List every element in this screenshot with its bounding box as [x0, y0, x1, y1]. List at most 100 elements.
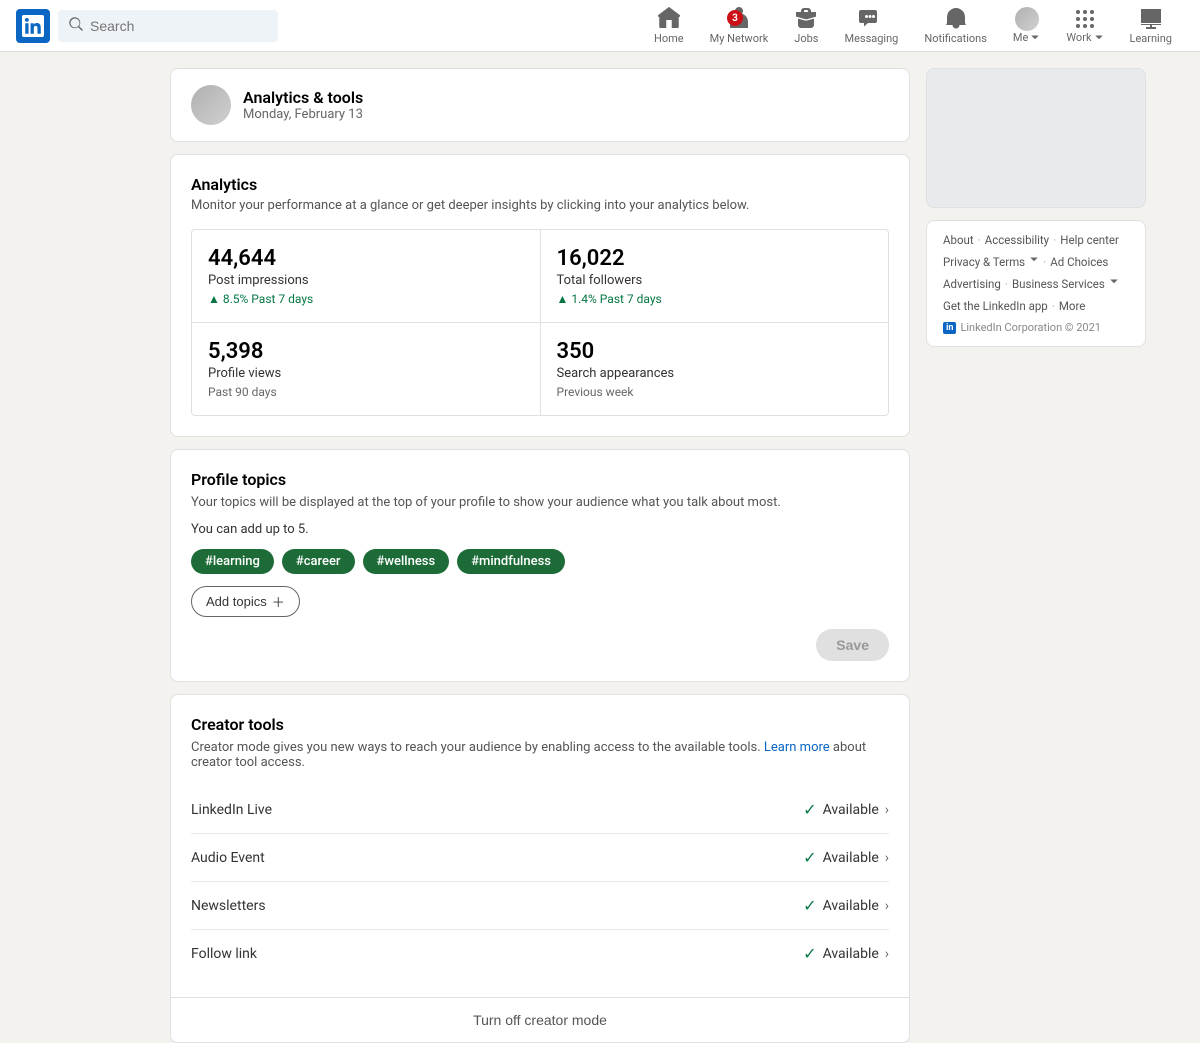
analytics-cell-search-appearances[interactable]: 350 Search appearances Previous week	[541, 323, 889, 415]
tag-mindfulness: #mindfulness	[457, 549, 565, 574]
turn-off-creator-mode-button[interactable]: Turn off creator mode	[171, 997, 909, 1042]
creator-tools-content: Creator tools Creator mode gives you new…	[171, 695, 909, 997]
business-services-link[interactable]: Business Services	[1012, 277, 1105, 291]
ad-choices-link[interactable]: Ad Choices	[1050, 255, 1108, 269]
save-button[interactable]: Save	[816, 629, 889, 661]
learning-icon	[1139, 6, 1163, 30]
network-label: My Network	[710, 32, 769, 45]
topics-footer: Save	[191, 629, 889, 661]
linkedin-logo[interactable]	[16, 9, 50, 43]
newsletters-status-label: Available	[823, 898, 879, 914]
newsletters-status: ✓ Available ›	[803, 896, 889, 915]
avatar	[191, 85, 231, 125]
nav-home[interactable]: Home	[642, 0, 696, 53]
creator-tool-newsletters[interactable]: Newsletters ✓ Available ›	[191, 882, 889, 930]
can-add-text: You can add up to 5.	[191, 522, 889, 537]
more-link[interactable]: More	[1059, 299, 1086, 313]
about-link[interactable]: About	[943, 233, 974, 247]
profile-topics-card: Profile topics Your topics will be displ…	[170, 449, 910, 682]
tag-wellness: #wellness	[363, 549, 450, 574]
advertising-link[interactable]: Advertising	[943, 277, 1001, 291]
home-icon	[657, 6, 681, 30]
jobs-icon	[794, 6, 818, 30]
search-appearances-label: Search appearances	[557, 366, 873, 381]
total-followers-value: 16,022	[557, 246, 873, 271]
accessibility-link[interactable]: Accessibility	[985, 233, 1049, 247]
analytics-title: Analytics	[191, 175, 889, 194]
analytics-cell-total-followers[interactable]: 16,022 Total followers ▲ 1.4% Past 7 day…	[541, 230, 889, 322]
analytics-subtitle: Monitor your performance at a glance or …	[191, 198, 889, 213]
nav-work[interactable]: Work	[1054, 0, 1115, 52]
work-icon	[1073, 7, 1097, 31]
creator-tool-audio-event[interactable]: Audio Event ✓ Available ›	[191, 834, 889, 882]
available-check-icon-4: ✓	[803, 944, 816, 963]
nav-network[interactable]: 3 My Network	[698, 0, 781, 53]
search-bar[interactable]	[58, 10, 278, 42]
topics-tags: #learning #career #wellness #mindfulness	[191, 549, 889, 574]
search-appearances-period: Previous week	[557, 385, 873, 399]
audio-event-status: ✓ Available ›	[803, 848, 889, 867]
chevron-right-icon-4: ›	[885, 946, 889, 962]
profile-views-label: Profile views	[208, 366, 524, 381]
linkedin-live-status-label: Available	[823, 802, 879, 818]
post-impressions-value: 44,644	[208, 246, 524, 271]
linkedin-live-status: ✓ Available ›	[803, 800, 889, 819]
navbar: Home 3 My Network Jobs Messaging	[0, 0, 1200, 52]
profile-views-value: 5,398	[208, 339, 524, 364]
header-info: Analytics & tools Monday, February 13	[243, 88, 363, 122]
chevron-right-icon-3: ›	[885, 898, 889, 914]
tool-name-linkedin-live: LinkedIn Live	[191, 802, 272, 818]
follow-link-status-label: Available	[823, 946, 879, 962]
jobs-label: Jobs	[794, 32, 818, 45]
tool-name-audio-event: Audio Event	[191, 850, 265, 866]
creator-tools-card: Creator tools Creator mode gives you new…	[170, 694, 910, 1043]
linkedin-logo-small: in	[943, 322, 956, 334]
privacy-terms-link[interactable]: Privacy & Terms	[943, 255, 1025, 269]
search-icon	[68, 16, 84, 36]
messaging-icon	[859, 6, 883, 30]
add-topics-button[interactable]: Add topics ＋	[191, 586, 300, 617]
nav-me[interactable]: Me	[1001, 0, 1052, 52]
footer-links-row-2: Privacy & Terms · Ad Choices	[943, 255, 1129, 269]
total-followers-label: Total followers	[557, 273, 873, 288]
notifications-label: Notifications	[924, 32, 987, 45]
follow-link-status: ✓ Available ›	[803, 944, 889, 963]
learn-more-link[interactable]: Learn more	[764, 740, 830, 755]
footer-links-row-4: Get the LinkedIn app · More	[943, 299, 1129, 313]
creator-tools-title: Creator tools	[191, 715, 889, 734]
analytics-grid: 44,644 Post impressions ▲ 8.5% Past 7 da…	[191, 229, 889, 416]
linkedin-copyright: in LinkedIn Corporation © 2021	[943, 321, 1129, 334]
get-linkedin-app-link[interactable]: Get the LinkedIn app	[943, 299, 1048, 313]
audio-event-status-label: Available	[823, 850, 879, 866]
analytics-cell-post-impressions[interactable]: 44,644 Post impressions ▲ 8.5% Past 7 da…	[192, 230, 540, 322]
nav-learning[interactable]: Learning	[1118, 0, 1184, 53]
sidebar-ad	[926, 68, 1146, 208]
help-center-link[interactable]: Help center	[1060, 233, 1119, 247]
search-input[interactable]	[90, 18, 268, 34]
total-followers-change: ▲ 1.4% Past 7 days	[557, 292, 873, 306]
chevron-right-icon-2: ›	[885, 850, 889, 866]
main-content: Analytics & tools Monday, February 13 An…	[170, 68, 910, 1043]
tool-name-follow-link: Follow link	[191, 946, 257, 962]
available-check-icon: ✓	[803, 800, 816, 819]
work-label: Work	[1066, 31, 1103, 44]
creator-tool-follow-link[interactable]: Follow link ✓ Available ›	[191, 930, 889, 977]
page-title: Analytics & tools	[243, 88, 363, 107]
analytics-card: Analytics Monitor your performance at a …	[170, 154, 910, 437]
analytics-cell-profile-views[interactable]: 5,398 Profile views Past 90 days	[192, 323, 540, 415]
search-appearances-value: 350	[557, 339, 873, 364]
available-check-icon-2: ✓	[803, 848, 816, 867]
creator-tool-linkedin-live[interactable]: LinkedIn Live ✓ Available ›	[191, 786, 889, 834]
nav-messaging[interactable]: Messaging	[832, 0, 910, 53]
profile-views-period: Past 90 days	[208, 385, 524, 399]
tag-learning: #learning	[191, 549, 274, 574]
network-icon: 3	[727, 6, 751, 30]
nav-icons: Home 3 My Network Jobs Messaging	[642, 0, 1184, 53]
tag-career: #career	[282, 549, 355, 574]
network-badge: 3	[727, 10, 743, 26]
page-layout: Analytics & tools Monday, February 13 An…	[0, 0, 1200, 1043]
sidebar: About · Accessibility · Help center Priv…	[926, 68, 1146, 1043]
nav-jobs[interactable]: Jobs	[782, 0, 830, 53]
me-icon	[1015, 7, 1039, 31]
nav-notifications[interactable]: Notifications	[912, 0, 999, 53]
